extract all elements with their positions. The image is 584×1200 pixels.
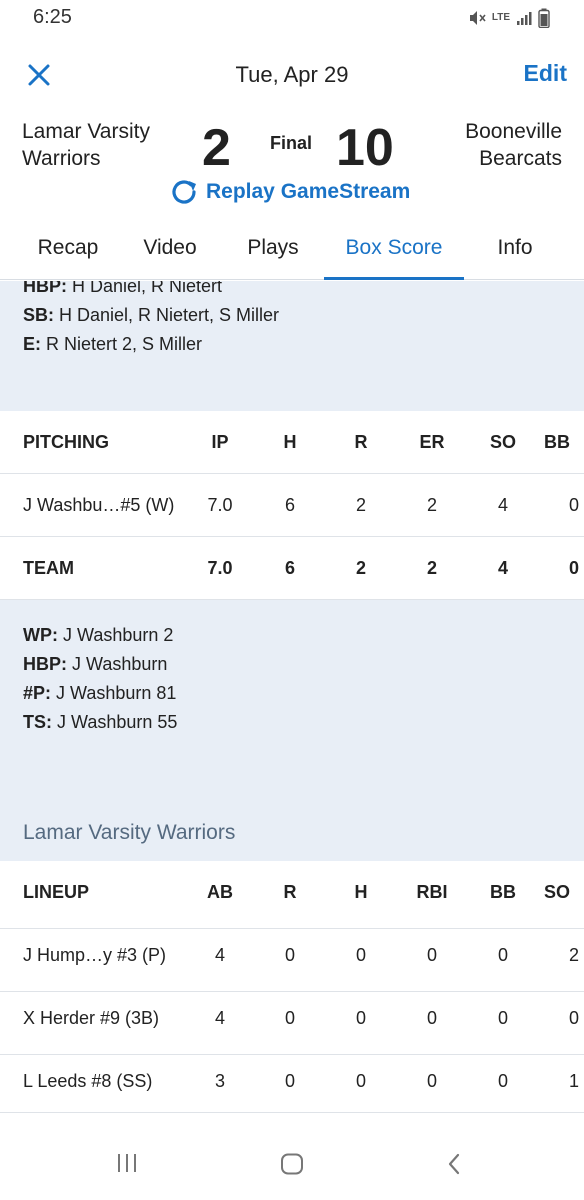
mute-icon xyxy=(468,9,486,27)
recent-apps-icon xyxy=(118,1154,136,1172)
stat-r: 2 xyxy=(355,495,366,515)
replay-icon xyxy=(172,180,196,204)
tab-box-score[interactable]: Box Score xyxy=(324,222,464,280)
note-hbp-pitching: HBP: J Washburn xyxy=(23,654,168,674)
pitching-team-row: TEAM 7.0 6 2 2 4 0 xyxy=(0,537,584,600)
note-ts: TS: J Washburn 55 xyxy=(23,712,178,732)
signal-icon xyxy=(516,10,532,26)
pitcher-name[interactable]: J Washbu…#5 (W) xyxy=(23,495,213,516)
stat-rbi: 0 xyxy=(426,945,437,965)
back-icon xyxy=(448,1153,460,1175)
box-score-content[interactable]: HBP: H Daniel, R Nietert SB: H Daniel, R… xyxy=(0,281,584,1113)
stat-bb: 0 xyxy=(497,1008,508,1028)
home-icon xyxy=(281,1153,303,1175)
note-pitch-count: #P: J Washburn 81 xyxy=(23,683,177,703)
tab-bar: Recap Video Plays Box Score Info xyxy=(0,222,584,280)
stat-r: 0 xyxy=(284,1071,295,1091)
header-ab: AB xyxy=(207,882,233,902)
away-team-name: Booneville Bearcats xyxy=(465,120,562,170)
recent-apps-button[interactable] xyxy=(116,1153,138,1178)
pitching-notes: WP: J Washburn 2 HBP: J Washburn #P: J W… xyxy=(0,600,584,861)
stat-bb: 0 xyxy=(568,495,579,515)
tab-recap[interactable]: Recap xyxy=(20,222,116,280)
stat-ab: 4 xyxy=(214,945,225,965)
edit-button[interactable]: Edit xyxy=(524,60,567,87)
player-name[interactable]: J Hump…y #3 (P) xyxy=(23,945,213,966)
header-r: R xyxy=(354,432,368,452)
status-icons: LTE xyxy=(468,7,550,29)
header-h: H xyxy=(283,432,297,452)
battery-icon xyxy=(538,8,550,28)
status-bar: 6:25 LTE xyxy=(0,0,584,40)
stat-r: 0 xyxy=(284,1008,295,1028)
home-button[interactable] xyxy=(280,1153,304,1180)
table-row[interactable]: J Hump…y #3 (P) 4 0 0 0 0 2 xyxy=(0,929,584,992)
team-er: 2 xyxy=(426,558,437,578)
stat-r: 0 xyxy=(284,945,295,965)
tab-plays[interactable]: Plays xyxy=(230,222,316,280)
back-button[interactable] xyxy=(446,1153,462,1180)
home-team-score: 2 xyxy=(202,119,231,177)
header-r: R xyxy=(283,882,297,902)
away-team-score: 10 xyxy=(336,119,394,177)
team-h: 6 xyxy=(284,558,295,578)
team-label: TEAM xyxy=(23,558,74,578)
game-date: Tue, Apr 29 xyxy=(235,62,349,87)
note-e: E: R Nietert 2, S Miller xyxy=(23,334,203,354)
table-row[interactable]: X Herder #9 (3B) 4 0 0 0 0 0 xyxy=(0,992,584,1055)
status-time: 6:25 xyxy=(33,6,72,28)
stat-h: 0 xyxy=(355,1008,366,1028)
lte-icon: LTE xyxy=(491,12,510,23)
stat-h: 0 xyxy=(355,945,366,965)
team-ip: 7.0 xyxy=(207,558,233,578)
stat-so: 4 xyxy=(497,495,508,515)
header-bb: BB xyxy=(490,882,516,902)
stat-rbi: 0 xyxy=(426,1071,437,1091)
tab-info[interactable]: Info xyxy=(484,222,546,280)
stat-so: 1 xyxy=(568,1071,579,1091)
player-name[interactable]: L Leeds #8 (SS) xyxy=(23,1071,213,1092)
table-row[interactable]: L Leeds #8 (SS) 3 0 0 0 0 1 xyxy=(0,1055,584,1113)
note-hbp: HBP: H Daniel, R Nietert xyxy=(23,281,223,296)
section-title: Lamar Varsity Warriors xyxy=(23,821,236,844)
stat-ab: 3 xyxy=(214,1071,225,1091)
stat-bb: 0 xyxy=(497,1071,508,1091)
stat-h: 6 xyxy=(284,495,295,515)
header-bb: BB xyxy=(544,432,570,452)
header-er: ER xyxy=(419,432,445,452)
pitching-header-row: PITCHING IP H R ER SO BB xyxy=(0,411,584,474)
replay-gamestream-button[interactable]: Replay GameStream xyxy=(168,176,410,208)
header-so: SO xyxy=(544,882,571,902)
stat-rbi: 0 xyxy=(426,1008,437,1028)
stat-ip: 7.0 xyxy=(207,495,233,515)
team-r: 2 xyxy=(355,558,366,578)
stat-ab: 4 xyxy=(214,1008,225,1028)
game-header: Tue, Apr 29 Edit Lamar Varsity Warriors … xyxy=(0,40,584,220)
header-ip: IP xyxy=(211,432,229,452)
replay-gamestream-label: Replay GameStream xyxy=(206,180,411,203)
note-wp: WP: J Washburn 2 xyxy=(23,625,174,645)
pitching-header-label: PITCHING xyxy=(23,432,110,452)
stat-h: 0 xyxy=(355,1071,366,1091)
note-sb: SB: H Daniel, R Nietert, S Miller xyxy=(23,305,280,325)
stat-so: 2 xyxy=(568,945,579,965)
stat-so: 0 xyxy=(568,1008,579,1028)
stat-er: 2 xyxy=(426,495,437,515)
team-bb: 0 xyxy=(568,558,579,578)
lineup-header-label: LINEUP xyxy=(23,882,90,902)
table-row[interactable]: J Washbu…#5 (W) 7.0 6 2 2 4 0 xyxy=(0,474,584,537)
fielding-notes: HBP: H Daniel, R Nietert SB: H Daniel, R… xyxy=(0,281,584,411)
header-h: H xyxy=(354,882,368,902)
player-name[interactable]: X Herder #9 (3B) xyxy=(23,1008,213,1029)
stat-bb: 0 xyxy=(497,945,508,965)
home-team-name: Lamar Varsity Warriors xyxy=(22,120,150,170)
team-so: 4 xyxy=(497,558,508,578)
tab-video[interactable]: Video xyxy=(128,222,212,280)
system-nav-bar xyxy=(0,1113,584,1200)
header-so: SO xyxy=(489,432,516,452)
lineup-header-row: LINEUP AB R H RBI BB SO xyxy=(0,861,584,929)
header-rbi: RBI xyxy=(416,882,448,902)
game-status: Final xyxy=(270,133,313,153)
